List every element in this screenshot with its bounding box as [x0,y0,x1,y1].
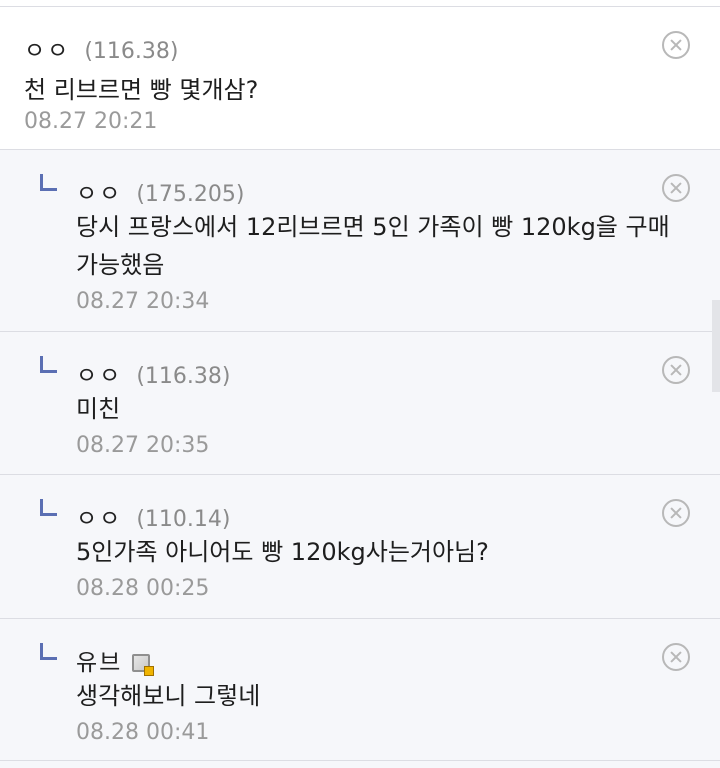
comment-nickname[interactable]: ㅇㅇ [76,499,122,533]
comment-date: 08.27 20:21 [24,109,158,134]
comment-text: 생각해보니 그렇네 [76,682,261,710]
comment-ip: (110.14) [136,507,231,532]
delete-circle-x-icon[interactable] [662,499,690,527]
reply-item: ㅇㅇ (116.38) 미친 08.27 20:35 [0,331,720,474]
scrollbar-thumb[interactable] [712,300,720,392]
comment-header: ㅇㅇ (110.14) [76,499,230,533]
comment-ip: (116.38) [84,39,179,64]
comment-date: 08.28 00:41 [76,720,210,745]
reply-arrow-icon [40,356,57,373]
comment-text: 5인가족 아니어도 빵 120kg사는거아님? [76,538,489,566]
reply-arrow-icon [40,499,57,516]
comment-ip: (175.205) [136,182,245,207]
comment-date: 08.27 20:35 [76,433,210,458]
comment-date: 08.28 00:25 [76,576,210,601]
comment-header: ㅇㅇ (116.38) [24,31,178,65]
comment-text: 천 리브르면 빵 몇개삼? [24,76,259,104]
comment-nickname[interactable]: 유브 [76,643,122,677]
reply-item: 유브 생각해보니 그렇네 08.28 00:41 [0,618,720,768]
comment-header: ㅇㅇ (175.205) [76,174,244,208]
comment-header: 유브 [76,643,155,677]
delete-circle-x-icon[interactable] [662,31,690,59]
reply-arrow-icon [40,643,57,660]
reply-arrow-icon [40,174,57,191]
comment-ip: (116.38) [136,364,231,389]
delete-circle-x-icon[interactable] [662,643,690,671]
comment-nickname[interactable]: ㅇㅇ [24,31,70,65]
delete-circle-x-icon[interactable] [662,356,690,384]
comment-nickname[interactable]: ㅇㅇ [76,356,122,390]
gallery-member-icon [132,654,155,676]
reply-item: ㅇㅇ (110.14) 5인가족 아니어도 빵 120kg사는거아님? 08.2… [0,474,720,618]
comment-date: 08.27 20:34 [76,289,210,314]
comment-list: ㅇㅇ (116.38) 천 리브르면 빵 몇개삼? 08.27 20:21 ㅇㅇ… [0,0,720,768]
comment-nickname[interactable]: ㅇㅇ [76,174,122,208]
comment-header: ㅇㅇ (116.38) [76,356,230,390]
comment-item: ㅇㅇ (116.38) 천 리브르면 빵 몇개삼? 08.27 20:21 [0,6,720,149]
delete-circle-x-icon[interactable] [662,174,690,202]
reply-item: ㅇㅇ (175.205) 당시 프랑스에서 12리브르면 5인 가족이 빵 12… [0,149,720,331]
comment-text: 당시 프랑스에서 12리브르면 5인 가족이 빵 120kg을 구매 가능했음 [76,213,678,279]
divider [0,760,720,761]
comment-text: 미친 [76,395,121,423]
